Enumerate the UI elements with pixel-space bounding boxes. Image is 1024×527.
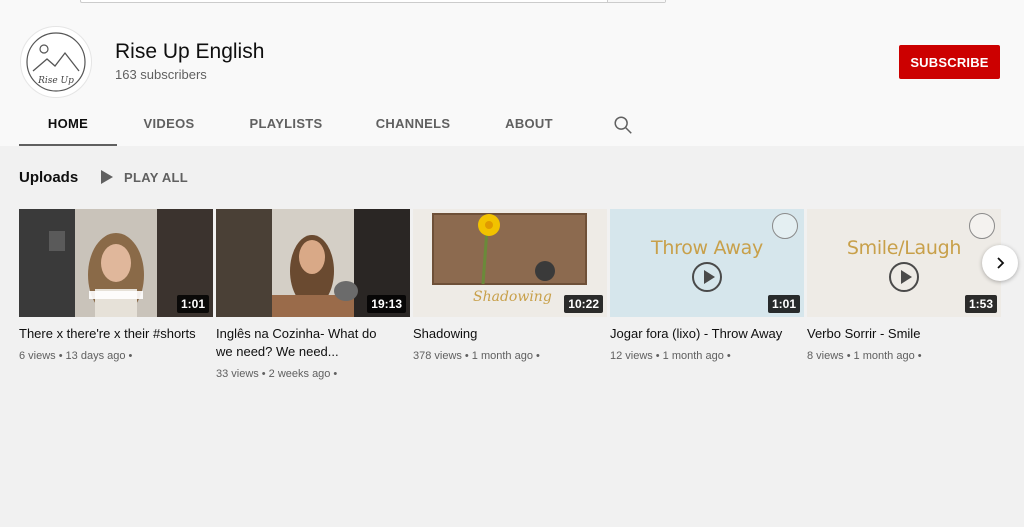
tab-videos[interactable]: VIDEOS: [117, 101, 221, 146]
thumbnail-caption: Throw Away: [651, 237, 763, 259]
video-duration: 1:01: [767, 295, 800, 313]
tab-about[interactable]: ABOUT: [475, 101, 583, 146]
video-duration: 1:01: [176, 295, 209, 313]
channel-tabs: HOME VIDEOS PLAYLISTS CHANNELS ABOUT: [19, 101, 583, 146]
video-duration: 10:22: [564, 295, 603, 313]
chevron-right-icon: [997, 257, 1005, 269]
subscriber-count: 163 subscribers: [115, 67, 207, 82]
channel-watermark-icon: [772, 213, 798, 239]
video-duration: 19:13: [367, 295, 406, 313]
svg-text:Rise Up: Rise Up: [37, 76, 74, 86]
video-meta: 378 views • 1 month ago •: [413, 350, 540, 362]
tab-channels[interactable]: CHANNELS: [351, 101, 475, 146]
subscribe-button[interactable]: SUBSCRIBE: [899, 45, 1000, 79]
view-count: 33 views: [216, 368, 259, 380]
channel-avatar[interactable]: Rise Up: [20, 26, 92, 98]
play-icon: [889, 262, 919, 292]
channel-name: Rise Up English: [115, 40, 265, 63]
video-meta: 6 views • 13 days ago •: [19, 350, 133, 362]
upload-age: 1 month ago: [853, 350, 915, 362]
channel-watermark-icon: [969, 213, 995, 239]
view-count: 378 views: [413, 350, 462, 362]
play-all-button[interactable]: PLAY ALL: [100, 169, 188, 185]
video-thumbnail[interactable]: Smile/Laugh 1:53: [807, 209, 1001, 317]
play-icon: [692, 262, 722, 292]
thumbnail-caption: Shadowing: [473, 289, 552, 305]
tab-home[interactable]: HOME: [19, 101, 117, 146]
video-title[interactable]: Jogar fora (lixo) - Throw Away: [610, 325, 790, 343]
view-count: 6 views: [19, 350, 56, 362]
next-button[interactable]: [982, 245, 1018, 281]
play-all-label: PLAY ALL: [124, 169, 189, 185]
video-meta: 33 views • 2 weeks ago •: [216, 368, 338, 380]
thumbnail-caption: Smile/Laugh: [846, 237, 962, 259]
upload-age: 1 month ago: [471, 350, 533, 362]
upload-age: 13 days ago: [65, 350, 126, 362]
channel-header: Rise Up Rise Up English 163 subscribers …: [0, 10, 1024, 146]
video-title[interactable]: Inglês na Cozinha- What do we need? We n…: [216, 325, 396, 361]
view-count: 8 views: [807, 350, 844, 362]
tab-playlists[interactable]: PLAYLISTS: [221, 101, 351, 146]
video-thumbnail[interactable]: 1:01: [19, 209, 213, 317]
video-card[interactable]: 1:01 There x there're x their #shorts 6 …: [19, 209, 213, 362]
upload-age: 2 weeks ago: [268, 368, 331, 380]
video-card[interactable]: 19:13 Inglês na Cozinha- What do we need…: [216, 209, 410, 380]
video-duration: 1:53: [964, 295, 997, 313]
video-card[interactable]: Smile/Laugh 1:53 Verbo Sorrir - Smile 8 …: [807, 209, 1001, 362]
video-thumbnail[interactable]: Throw Away 1:01: [610, 209, 804, 317]
video-title[interactable]: Shadowing: [413, 325, 593, 343]
section-title[interactable]: Uploads: [19, 169, 78, 186]
search-box-remnant[interactable]: [80, 0, 666, 3]
play-icon: [101, 170, 113, 184]
search-icon[interactable]: [612, 114, 634, 136]
video-thumbnail[interactable]: Shadowing 10:22: [413, 209, 607, 317]
search-button-remnant[interactable]: [607, 0, 665, 2]
upload-age: 1 month ago: [662, 350, 724, 362]
video-card[interactable]: Shadowing 10:22 Shadowing 378 views • 1 mo…: [413, 209, 607, 362]
rise-up-logo: Rise Up: [26, 32, 86, 92]
video-meta: 8 views • 1 month ago •: [807, 350, 922, 362]
video-title[interactable]: Verbo Sorrir - Smile: [807, 325, 987, 343]
view-count: 12 views: [610, 350, 653, 362]
video-title[interactable]: There x there're x their #shorts: [19, 325, 199, 343]
video-card[interactable]: Throw Away 1:01 Jogar fora (lixo) - Thro…: [610, 209, 804, 362]
video-thumbnail[interactable]: 19:13: [216, 209, 410, 317]
video-meta: 12 views • 1 month ago •: [610, 350, 731, 362]
